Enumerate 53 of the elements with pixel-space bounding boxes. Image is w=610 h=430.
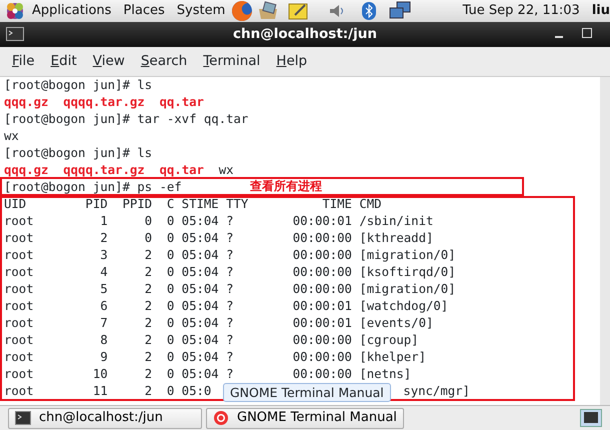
menu-item[interactable]: View	[84, 51, 133, 72]
tooltip: GNOME Terminal Manual	[223, 383, 391, 402]
menu-item[interactable]: Search	[132, 51, 196, 72]
panel-menu[interactable]: Applications	[26, 1, 118, 21]
user-name[interactable]: liu	[586, 1, 610, 21]
terminal-icon	[15, 411, 31, 425]
terminal-line: sync/mgr]	[403, 384, 470, 398]
archive-file-name: qqqq.tar.gz	[63, 95, 145, 109]
clock[interactable]: Tue Sep 22, 11:03	[456, 1, 586, 21]
taskbar-button[interactable]: chn@localhost:/jun	[8, 408, 202, 428]
archive-file-name: qq.tar	[159, 163, 204, 177]
terminal-line: UID PID PPID C STIME TTY TIME CMD	[3, 196, 382, 213]
menu-item[interactable]: Terminal	[195, 51, 268, 72]
terminal-line: [root@bogon jun]# ls	[3, 145, 152, 162]
terminal-line: root 2 0 0 05:04 ? 00:00:00 [kthreadd]	[3, 230, 434, 247]
network-computers-icon[interactable]	[389, 1, 412, 21]
terminal-line: root 4 2 0 05:04 ? 00:00:00 [ksoftirqd/0]	[3, 264, 456, 281]
terminal-line: root 7 2 0 05:04 ? 00:00:01 [events/0]	[3, 315, 434, 332]
terminal-line: wx	[3, 128, 19, 145]
terminal-icon[interactable]	[580, 409, 602, 427]
browser-globe-icon[interactable]	[231, 0, 254, 22]
terminal-line: root 8 2 0 05:04 ? 00:00:00 [cgroup]	[3, 332, 419, 349]
window-title: chn@localhost:/jun	[233, 25, 377, 44]
menu-item[interactable]: Edit	[42, 51, 85, 72]
scrollbar[interactable]	[600, 77, 610, 405]
panel-menu[interactable]: System	[170, 1, 232, 21]
menu-item[interactable]: File	[4, 51, 43, 72]
menu-item[interactable]: Help	[268, 51, 316, 72]
terminal-line: [root@bogon jun]# ls	[3, 77, 152, 94]
terminal-line: [root@bogon jun]# ps -ef	[3, 179, 182, 196]
panel-menu[interactable]: Places	[117, 1, 171, 21]
terminal-line: root 1 0 0 05:04 ? 00:00:01 /sbin/init	[3, 213, 434, 230]
terminal-line: root 3 2 0 05:04 ? 00:00:00 [migration/0]	[3, 247, 456, 264]
archive-file-name: qqq.gz	[4, 163, 48, 177]
archive-file-name: qqqq.tar.gz	[63, 163, 145, 177]
terminal-line: [root@bogon jun]# tar -xvf qq.tar	[3, 111, 248, 128]
picture-folder-icon[interactable]	[257, 1, 280, 21]
terminal-line: root 10 2 0 05:04 ? 00:00:00 [netns]	[3, 366, 412, 383]
terminal-line: root 11 2 0 05:0	[4, 384, 212, 398]
notepad-pencil-icon[interactable]	[287, 1, 310, 21]
flower-logo-icon[interactable]	[4, 1, 26, 21]
terminal-icon	[6, 27, 24, 41]
bluetooth-icon[interactable]	[361, 1, 378, 21]
taskbar-button[interactable]: GNOME Terminal Manual	[206, 408, 404, 428]
terminal-line: root 6 2 0 05:04 ? 00:00:01 [watchdog/0]	[3, 298, 448, 315]
maximize-icon[interactable]	[580, 25, 594, 41]
annotation-label: 查看所有进程	[250, 179, 322, 193]
terminal-line: root 5 2 0 05:04 ? 00:00:00 [migration/0]	[3, 281, 456, 298]
archive-file-name: qqq.gz	[4, 95, 48, 109]
archive-file-name: qq.tar	[159, 95, 204, 109]
lifebuoy-icon	[213, 410, 229, 426]
terminal-line: root 9 2 0 05:04 ? 00:00:00 [khelper]	[3, 349, 426, 366]
file-name: wx	[218, 163, 234, 177]
